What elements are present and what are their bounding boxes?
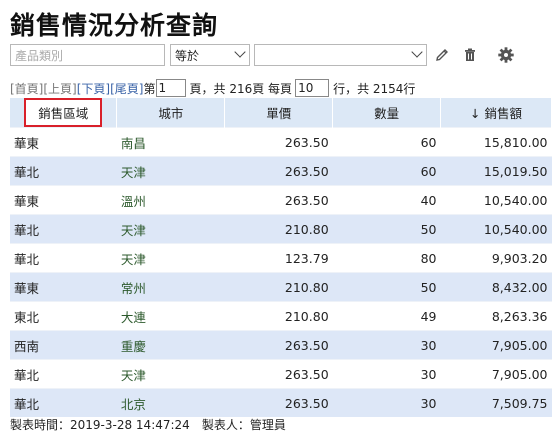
cell-price: 263.50 [224,185,333,215]
column-header-quantity[interactable]: 數量 [332,98,442,128]
column-header-region[interactable]: 銷售區域 [10,98,118,128]
cell-price: 210.80 [224,272,333,302]
cell-region: 華北 [10,156,117,186]
cell-price: 263.50 [224,156,333,186]
cell-quantity: 40 [332,185,441,215]
cell-quantity: 80 [332,243,441,273]
cell-sales-amount: 8,432.00 [440,272,552,302]
cell-city: 大連 [116,301,225,331]
cell-sales-amount: 7,905.00 [440,359,552,389]
table-row[interactable]: 華東 溫州 263.50 40 10,540.00 [10,185,552,215]
operator-select[interactable]: 等於 [170,44,250,66]
table-row[interactable]: 華東 南昌 263.50 60 15,810.00 [10,127,552,157]
report-footer: 製表時間：2019-3-28 14:47:24 製表人：管理員 [10,418,286,432]
cell-price: 263.50 [224,359,333,389]
trash-icon[interactable] [459,44,481,66]
cell-region: 華東 [10,185,117,215]
cell-city: 南昌 [116,127,225,157]
cell-sales-amount: 7,905.00 [440,330,552,360]
cell-region: 華北 [10,388,117,417]
cell-quantity: 49 [332,301,441,331]
page-suffix: 頁，共 216頁 每頁 [189,81,293,96]
cell-price: 123.79 [224,243,333,273]
pagination-bar: [首頁] [上頁] [下頁] [尾頁] 第 1 頁，共 216頁 每頁 10 行… [10,79,415,97]
cell-price: 263.50 [224,330,333,360]
cell-city: 天津 [116,359,225,389]
table-row[interactable]: 東北 大連 210.80 49 8,263.36 [10,301,552,331]
cell-region: 東北 [10,301,117,331]
sales-table: 銷售區域 城市 單價 數量 ↓ 銷售額 華東 南昌 263.50 60 15,8… [10,98,552,417]
cell-city: 北京 [116,388,225,417]
cell-sales-amount: 7,509.75 [440,388,552,417]
gear-icon[interactable] [495,44,517,66]
cell-region: 華北 [10,243,117,273]
cell-price: 263.50 [224,127,333,157]
cell-region: 華北 [10,359,117,389]
cell-price: 210.80 [224,214,333,244]
cell-region: 西南 [10,330,117,360]
category-input[interactable]: 產品類別 [10,44,165,66]
cell-city: 重慶 [116,330,225,360]
selected-column-label: 銷售區域 [24,98,103,127]
cell-sales-amount: 15,810.00 [440,127,552,157]
prev-page-link[interactable]: [上頁] [43,80,76,97]
cell-city: 溫州 [116,185,225,215]
cell-price: 210.80 [224,301,333,331]
total-rows-text: 行，共 2154行 [333,81,416,96]
column-header-sales-amount[interactable]: ↓ 銷售額 [440,98,552,128]
value-select[interactable] [254,44,427,66]
table-row[interactable]: 西南 重慶 263.50 30 7,905.00 [10,330,552,360]
cell-quantity: 30 [332,388,441,417]
edit-icon[interactable] [431,44,453,66]
page-title: 銷售情況分析查詢 [10,11,219,40]
table-row[interactable]: 華北 天津 123.79 80 9,903.20 [10,243,552,273]
cell-quantity: 30 [332,359,441,389]
cell-quantity: 50 [332,214,441,244]
cell-price: 263.50 [224,388,333,417]
cell-sales-amount: 8,263.36 [440,301,552,331]
table-header-row: 銷售區域 城市 單價 數量 ↓ 銷售額 [10,98,552,128]
cell-quantity: 30 [332,330,441,360]
next-page-link[interactable]: [下頁] [77,80,110,97]
cell-quantity: 60 [332,156,441,186]
cell-quantity: 60 [332,127,441,157]
page-number-input[interactable]: 1 [155,79,186,97]
cell-city: 天津 [116,214,225,244]
cell-quantity: 50 [332,272,441,302]
last-page-link[interactable]: [尾頁] [110,80,143,97]
table-row[interactable]: 華北 天津 263.50 60 15,019.50 [10,156,552,186]
cell-sales-amount: 15,019.50 [440,156,552,186]
cell-city: 常州 [116,272,225,302]
per-page-input[interactable]: 10 [295,79,330,97]
table-row[interactable]: 華北 北京 263.50 30 7,509.75 [10,388,552,417]
table-row[interactable]: 華北 天津 263.50 30 7,905.00 [10,359,552,389]
cell-sales-amount: 10,540.00 [440,214,552,244]
cell-region: 華東 [10,127,117,157]
category-placeholder: 產品類別 [15,48,64,63]
chevron-down-icon [234,46,246,58]
cell-sales-amount: 9,903.20 [440,243,552,273]
column-header-city[interactable]: 城市 [116,98,226,128]
table-row[interactable]: 華東 常州 210.80 50 8,432.00 [10,272,552,302]
cell-region: 華東 [10,272,117,302]
operator-value: 等於 [175,48,200,63]
column-header-price[interactable]: 單價 [224,98,334,128]
chevron-down-icon [411,46,423,58]
filter-bar: 產品類別 等於 [10,44,517,66]
cell-city: 天津 [116,243,225,273]
cell-region: 華北 [10,214,117,244]
table-row[interactable]: 華北 天津 210.80 50 10,540.00 [10,214,552,244]
page-prefix: 第 [143,81,156,96]
cell-city: 天津 [116,156,225,186]
first-page-link[interactable]: [首頁] [10,80,43,97]
cell-sales-amount: 10,540.00 [440,185,552,215]
